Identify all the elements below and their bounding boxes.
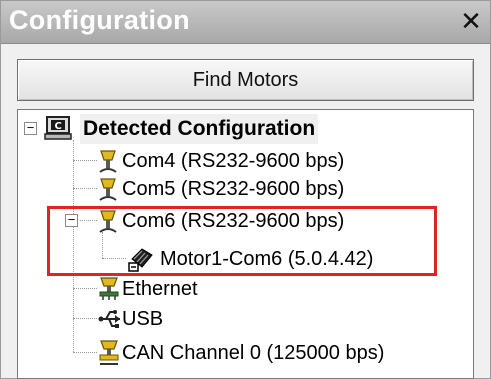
serial-port-icon: [99, 178, 117, 201]
tree-item-motor1[interactable]: Motor1-Com6 (5.0.4.42): [18, 244, 473, 274]
tree-item-can-channel[interactable]: CAN Channel 0 (125000 bps): [18, 338, 473, 368]
motor-icon: [128, 248, 153, 272]
tree-root-label: Detected Configuration: [80, 114, 319, 144]
tree-item-usb[interactable]: USB: [18, 304, 473, 334]
tree-item-label: USB: [122, 308, 164, 330]
configuration-panel: Configuration ✕ Find Motors − C Detected…: [0, 0, 491, 379]
tree-item-com5[interactable]: Com5 (RS232-9600 bps): [18, 174, 473, 204]
tree-item-label: Com6 (RS232-9600 bps): [122, 210, 345, 232]
collapse-toggle-icon[interactable]: −: [24, 121, 37, 135]
computer-icon: C: [44, 116, 72, 140]
tree-root-item[interactable]: − C Detected Configuration: [18, 114, 473, 144]
can-bus-icon: [99, 340, 119, 365]
find-motors-button[interactable]: Find Motors: [17, 59, 474, 101]
tree-item-com6[interactable]: − Com6 (RS232-9600 bps): [18, 206, 473, 236]
tree-item-com4[interactable]: Com4 (RS232-9600 bps): [18, 146, 473, 176]
svg-text:C: C: [55, 121, 62, 132]
tree-item-ethernet[interactable]: Ethernet: [18, 274, 473, 304]
tree-item-label: Motor1-Com6 (5.0.4.42): [160, 248, 374, 270]
usb-icon: [98, 310, 120, 328]
serial-port-icon: [99, 150, 117, 173]
tree-item-label: Ethernet: [122, 278, 198, 300]
network-icon: [99, 277, 119, 300]
close-icon[interactable]: ✕: [460, 8, 482, 34]
tree-item-label: Com4 (RS232-9600 bps): [122, 150, 345, 172]
tree-item-label: CAN Channel 0 (125000 bps): [122, 342, 385, 364]
tree-item-label: Com5 (RS232-9600 bps): [122, 178, 345, 200]
panel-title: Configuration: [9, 5, 190, 35]
collapse-toggle-icon[interactable]: −: [65, 213, 78, 227]
panel-titlebar: Configuration ✕: [1, 1, 490, 44]
serial-port-icon: [99, 210, 117, 233]
configuration-tree[interactable]: − C Detected Configuration Com4 (RS232-9…: [17, 109, 474, 379]
